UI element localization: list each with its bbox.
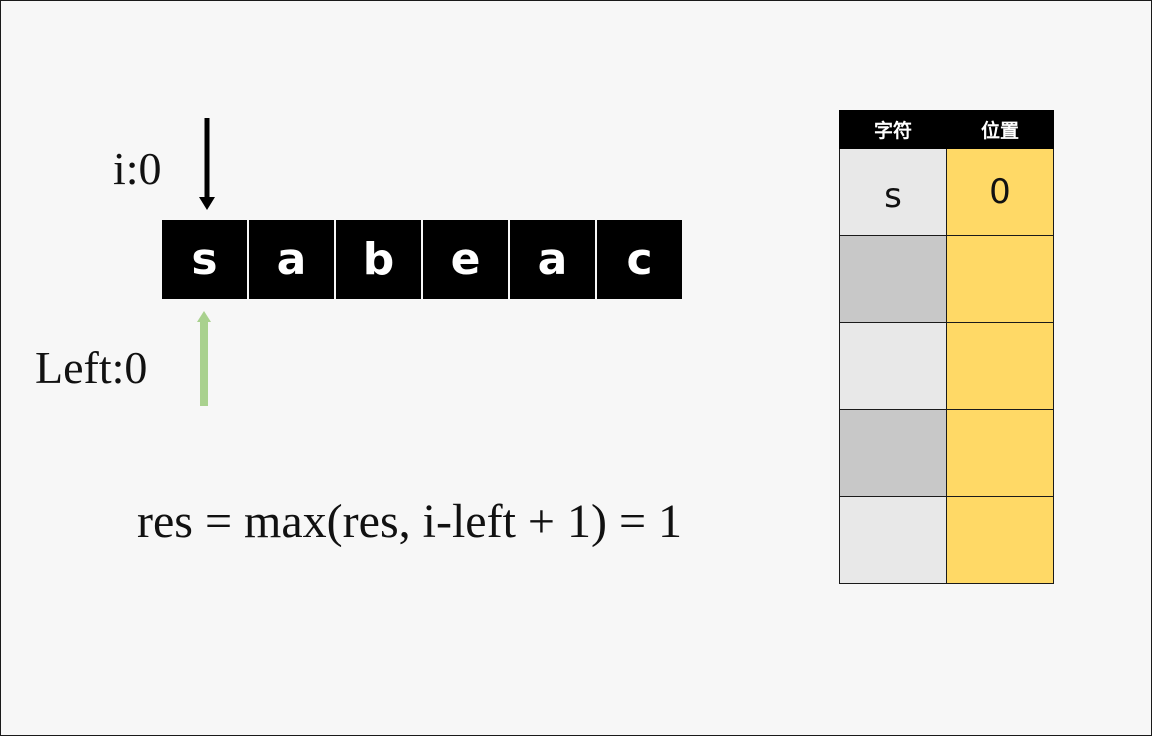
string-char-cell: e	[423, 220, 508, 299]
table-cell-char: s	[839, 148, 947, 236]
table-cell-char	[839, 322, 947, 410]
i-pointer-label: i:0	[113, 143, 162, 194]
header-char: 字符	[839, 110, 947, 149]
table-cell-position	[946, 496, 1054, 584]
table-cell-char	[839, 235, 947, 323]
header-position: 位置	[946, 110, 1054, 149]
table-row	[839, 322, 1054, 410]
string-array: s a b e a c	[162, 220, 682, 299]
table-row: s 0	[839, 148, 1054, 236]
cell-char-text: s	[884, 176, 902, 216]
string-char-cell: s	[162, 220, 247, 299]
left-pointer-label: Left:0	[35, 342, 148, 393]
table-cell-char	[839, 496, 947, 584]
left-pointer-arrow-icon	[197, 311, 211, 406]
char-position-table: 字符 位置 s 0	[839, 110, 1054, 584]
string-char-cell: b	[336, 220, 421, 299]
table-cell-position	[946, 409, 1054, 497]
table-header-row: 字符 位置	[839, 110, 1054, 149]
table-row	[839, 235, 1054, 323]
table-cell-position	[946, 235, 1054, 323]
string-char-cell: a	[249, 220, 334, 299]
i-pointer-arrow-icon	[199, 118, 215, 210]
table-row	[839, 409, 1054, 497]
table-cell-char	[839, 409, 947, 497]
table-cell-position	[946, 322, 1054, 410]
table-cell-position: 0	[946, 148, 1054, 236]
result-formula: res = max(res, i-left + 1) = 1	[137, 495, 683, 548]
string-char-cell: a	[510, 220, 595, 299]
string-char-cell: c	[597, 220, 682, 299]
table-row	[839, 496, 1054, 584]
